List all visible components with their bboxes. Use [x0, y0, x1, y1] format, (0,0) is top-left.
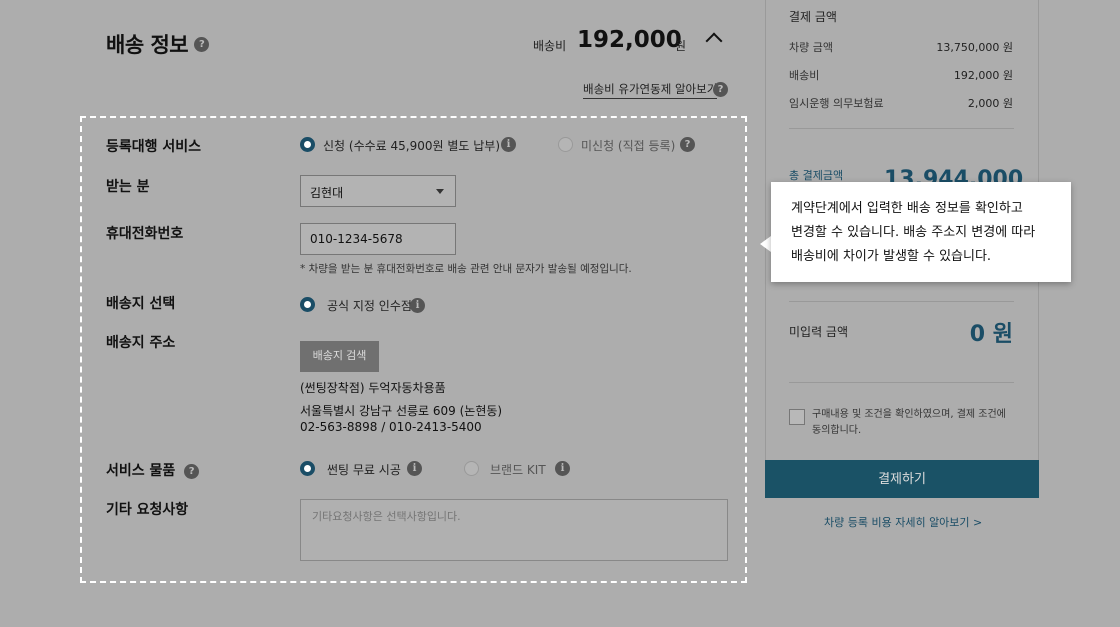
- fee-policy-link[interactable]: 배송비 유가연동제 알아보기: [583, 81, 718, 99]
- service-items-label: 서비스 물품 ?: [106, 460, 200, 480]
- page-title: 배송 정보?: [106, 29, 210, 59]
- official-point-label[interactable]: 공식 지정 인수점: [327, 297, 412, 314]
- address-line-3: 02-563-8898 / 010-2413-5400: [300, 420, 482, 434]
- agree-text[interactable]: 구매내용 및 조건을 확인하였으며, 결제 조건에 동의합니다.: [812, 407, 1012, 439]
- tooltip-arrow: [760, 236, 771, 252]
- registration-not-apply-label[interactable]: 미신청 (직접 등록): [581, 137, 675, 154]
- help-icon[interactable]: ?: [680, 137, 695, 152]
- tooltip-line: 배송비에 차이가 발생할 수 있습니다.: [791, 249, 992, 264]
- delivery-fee-value: 192,000: [577, 27, 682, 53]
- guide-tooltip: 계약단계에서 입력한 배송 정보를 확인하고 변경할 수 있습니다. 배송 주소…: [771, 182, 1071, 282]
- total-label: 총 결제금액: [789, 169, 844, 182]
- phone-label: 휴대전화번호: [106, 226, 184, 242]
- summary-row-value: 13,750,000 원: [936, 41, 1013, 54]
- address-line-2: 서울특별시 강남구 선릉로 609 (논현동): [300, 404, 503, 418]
- unpaid-value: 0 원: [969, 322, 1013, 347]
- help-icon[interactable]: ?: [184, 463, 200, 479]
- tooltip-line: 계약단계에서 입력한 배송 정보를 확인하고: [791, 201, 1023, 216]
- address-search-button[interactable]: 배송지 검색: [300, 341, 379, 372]
- divider: [789, 301, 1014, 302]
- phone-input[interactable]: [300, 223, 456, 255]
- registration-apply-radio[interactable]: [300, 137, 315, 152]
- registration-not-apply-radio[interactable]: [558, 137, 573, 152]
- info-icon[interactable]: i: [555, 461, 570, 476]
- summary-row-label: 배송비: [789, 69, 820, 82]
- info-icon[interactable]: i: [407, 461, 422, 476]
- summary-row-label: 임시운행 의무보험료: [789, 97, 884, 110]
- registration-service-label: 등록대행 서비스: [106, 139, 202, 155]
- official-point-radio[interactable]: [300, 297, 315, 312]
- delivery-fee-label: 배송비: [533, 39, 567, 53]
- brand-kit-label[interactable]: 브랜드 KIT: [490, 461, 546, 478]
- caret-down-icon: [436, 189, 444, 194]
- info-icon[interactable]: i: [410, 298, 425, 313]
- recipient-select[interactable]: 김현대: [300, 175, 456, 207]
- delivery-choice-label: 배송지 선택: [106, 296, 176, 312]
- registration-apply-label[interactable]: 신청 (수수료 45,900원 별도 납부): [323, 137, 500, 154]
- address-label: 배송지 주소: [106, 335, 176, 351]
- summary-row-value: 2,000 원: [967, 97, 1013, 110]
- recipient-select-value: 김현대: [310, 186, 344, 200]
- help-icon[interactable]: ?: [194, 36, 210, 52]
- pay-button[interactable]: 결제하기: [765, 460, 1039, 498]
- page-title-text: 배송 정보: [106, 33, 189, 57]
- help-icon[interactable]: ?: [713, 82, 728, 97]
- divider: [789, 128, 1014, 129]
- requests-label: 기타 요청사항: [106, 502, 189, 518]
- service-items-label-text: 서비스 물품: [106, 463, 176, 479]
- chevron-up-icon[interactable]: [705, 32, 723, 50]
- address-line-1: (썬팅장착점) 두억자동차용품: [300, 381, 446, 395]
- tooltip-line: 변경할 수 있습니다. 배송 주소지 변경에 따라: [791, 225, 1036, 240]
- requests-textarea[interactable]: [300, 499, 728, 561]
- brand-kit-radio[interactable]: [464, 461, 479, 476]
- recipient-label: 받는 분: [106, 179, 150, 195]
- phone-note: * 차량을 받는 분 휴대전화번호로 배송 관련 안내 문자가 발송될 예정입니…: [300, 263, 632, 275]
- summary-row-value: 192,000 원: [953, 69, 1013, 82]
- delivery-fee-unit: 원: [675, 39, 687, 53]
- info-icon[interactable]: i: [501, 137, 516, 152]
- divider: [789, 382, 1014, 383]
- tint-label[interactable]: 썬팅 무료 시공: [327, 461, 401, 478]
- registration-cost-link[interactable]: 차량 등록 비용 자세히 알아보기 >: [824, 514, 982, 530]
- tint-radio[interactable]: [300, 461, 315, 476]
- unpaid-label: 미입력 금액: [789, 325, 849, 339]
- summary-title: 결제 금액: [789, 10, 837, 24]
- agree-checkbox[interactable]: [789, 409, 805, 425]
- summary-row-label: 차량 금액: [789, 41, 833, 54]
